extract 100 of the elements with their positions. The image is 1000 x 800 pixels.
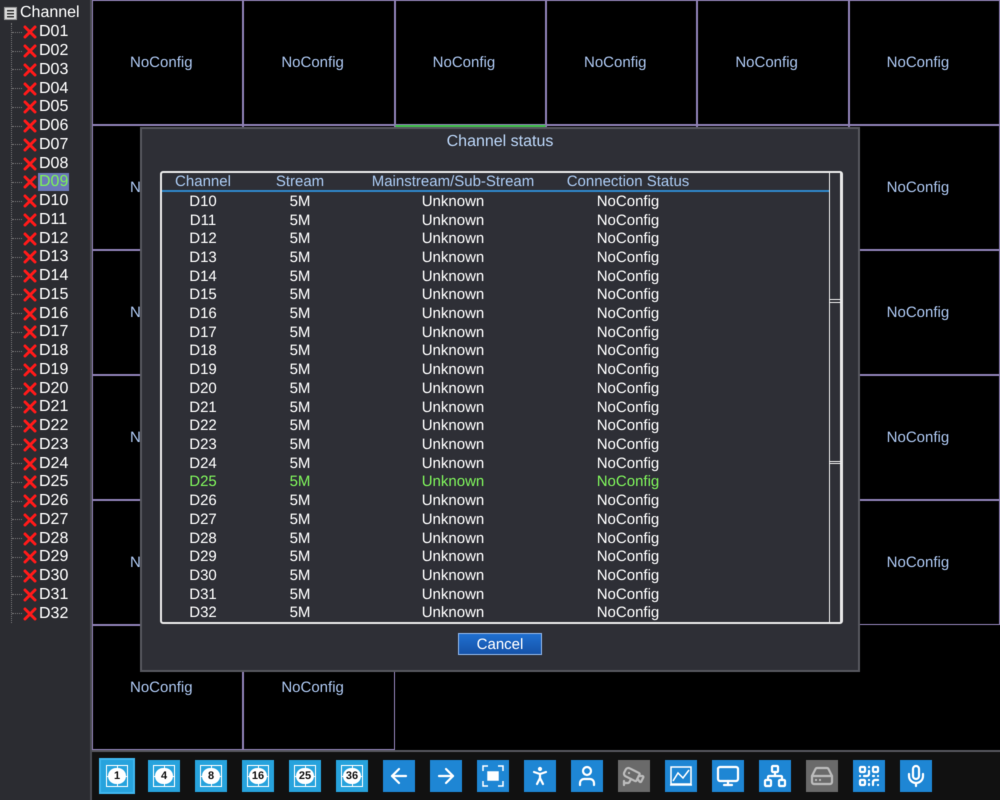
table-cell-text: Unknown (420, 473, 486, 490)
tile-label: NoConfig (735, 54, 798, 71)
table-cell-text: NoConfig (596, 566, 660, 584)
column-header: Channel (174, 174, 232, 190)
layout-button[interactable]: 25 (289, 760, 321, 792)
tree-item[interactable]: D25 (38, 473, 70, 492)
table-cell-text: D10 (188, 192, 218, 210)
video-tile[interactable]: NoConfig (546, 0, 698, 125)
tree-item[interactable]: D15 (38, 286, 70, 304)
table-cell-text: D17 (188, 324, 218, 341)
video-tile[interactable]: NoConfig (848, 125, 1000, 250)
table-cell-text: 5M (288, 454, 312, 472)
tree-item[interactable]: D20 (38, 380, 70, 398)
tree-item[interactable]: D06 (38, 117, 70, 136)
chart-button[interactable] (665, 760, 697, 792)
table-cell-text: 5M (288, 586, 312, 603)
network-button[interactable] (759, 760, 791, 792)
table-cell-text: D26 (188, 492, 218, 510)
tile-label: N (130, 429, 141, 446)
tree-item[interactable]: D18 (38, 342, 70, 360)
tree-item[interactable]: D01 (38, 23, 70, 42)
tile-label: NoConfig (886, 304, 950, 321)
table-cell-text: Unknown (420, 380, 486, 397)
tree-item[interactable]: D22 (38, 417, 70, 436)
motion-button[interactable] (524, 760, 556, 792)
layout-button[interactable]: 1 (101, 760, 133, 792)
table-cell-text: Unknown (420, 417, 486, 434)
tree-item[interactable]: D11 (38, 210, 68, 229)
tree-item[interactable]: D03 (38, 60, 70, 79)
tree-item[interactable]: D24 (38, 454, 70, 473)
layout-button[interactable]: 4 (148, 760, 180, 792)
user-button[interactable] (571, 760, 603, 792)
table-cell-text: D13 (188, 248, 218, 266)
table-cell-text: D30 (188, 566, 218, 584)
video-tile[interactable]: NoConfig (92, 0, 244, 125)
table-cell-text: NoConfig (596, 342, 660, 360)
forward-button[interactable] (430, 760, 462, 792)
qr-code-icon (857, 764, 881, 788)
table-cell-text: NoConfig (596, 473, 660, 490)
microphone-button[interactable] (900, 760, 932, 792)
table-cell-text: NoConfig (596, 268, 660, 285)
tree-item[interactable]: D19 (38, 360, 70, 379)
tree-item[interactable]: D27 (38, 510, 70, 529)
table-cell-text: 5M (288, 268, 312, 285)
table-cell-text: 5M (288, 548, 312, 566)
tree-item[interactable]: D26 (38, 492, 70, 510)
tree-item[interactable]: D14 (38, 267, 70, 286)
tree-item[interactable]: D31 (38, 586, 70, 604)
video-tile[interactable]: NoConfig (697, 0, 849, 125)
tree-item[interactable]: D02 (38, 42, 70, 60)
tree-item[interactable]: D13 (38, 248, 70, 266)
table-cell-text: D27 (188, 510, 218, 528)
cancel-button[interactable]: Cancel (458, 633, 542, 655)
tree-item[interactable]: D32 (38, 604, 70, 623)
table-cell-text: NoConfig (596, 417, 660, 434)
layout-button[interactable]: 8 (195, 760, 227, 792)
camera-icon (622, 764, 646, 788)
table-cell-text: NoConfig (596, 530, 660, 546)
table-cell-text: Unknown (420, 286, 486, 304)
table-cell-text: Unknown (420, 510, 486, 528)
tree-item[interactable]: D21 (38, 398, 70, 416)
tree-item[interactable]: D30 (38, 567, 70, 586)
scrollbar[interactable] (829, 172, 841, 623)
back-button[interactable] (383, 760, 415, 792)
tree-item[interactable]: D29 (38, 548, 70, 566)
table-cell-text: NoConfig (596, 212, 660, 229)
table-cell-text: Unknown (420, 398, 486, 416)
tree-item[interactable]: D16 (38, 304, 70, 323)
table-cell-text: D22 (188, 417, 218, 434)
tree-item[interactable]: D28 (38, 530, 70, 548)
table-cell-text: NoConfig (596, 230, 660, 248)
table-cell-text: Unknown (420, 436, 486, 453)
video-tile[interactable]: NoConfig (243, 0, 395, 125)
tile-label: NoConfig (281, 54, 344, 71)
table-cell-text: Unknown (420, 248, 486, 266)
video-tile[interactable]: NoConfig (848, 0, 1000, 125)
table-cell-text: D19 (188, 361, 218, 378)
table-cell-text: D20 (188, 380, 218, 397)
layout-button[interactable]: 16 (242, 760, 274, 792)
tile-label: NoConfig (130, 54, 193, 71)
tree-item[interactable]: D17 (38, 323, 70, 342)
layout-button[interactable]: 36 (336, 760, 368, 792)
tree-item[interactable]: D10 (38, 192, 70, 210)
monitor-button[interactable] (712, 760, 744, 792)
table-cell-text: 5M (288, 417, 312, 434)
table-cell-text: D18 (188, 342, 218, 360)
table-cell-text: Unknown (420, 530, 486, 546)
qr-code-button[interactable] (853, 760, 885, 792)
table-cell-text: Unknown (420, 586, 486, 603)
tree-item[interactable]: D23 (38, 436, 70, 454)
tree-item[interactable]: D05 (38, 98, 70, 116)
video-tile[interactable]: NoConfig (394, 0, 546, 125)
table-cell-text: 5M (288, 305, 312, 322)
tree-item[interactable]: D12 (38, 230, 70, 248)
table-cell-text: NoConfig (596, 380, 660, 397)
tree-item[interactable]: D08 (38, 154, 70, 173)
fullscreen-button[interactable] (477, 760, 509, 792)
tree-item[interactable]: D04 (38, 80, 70, 98)
tree-item[interactable]: D07 (38, 136, 70, 154)
table-cell-text: 5M (288, 473, 312, 490)
